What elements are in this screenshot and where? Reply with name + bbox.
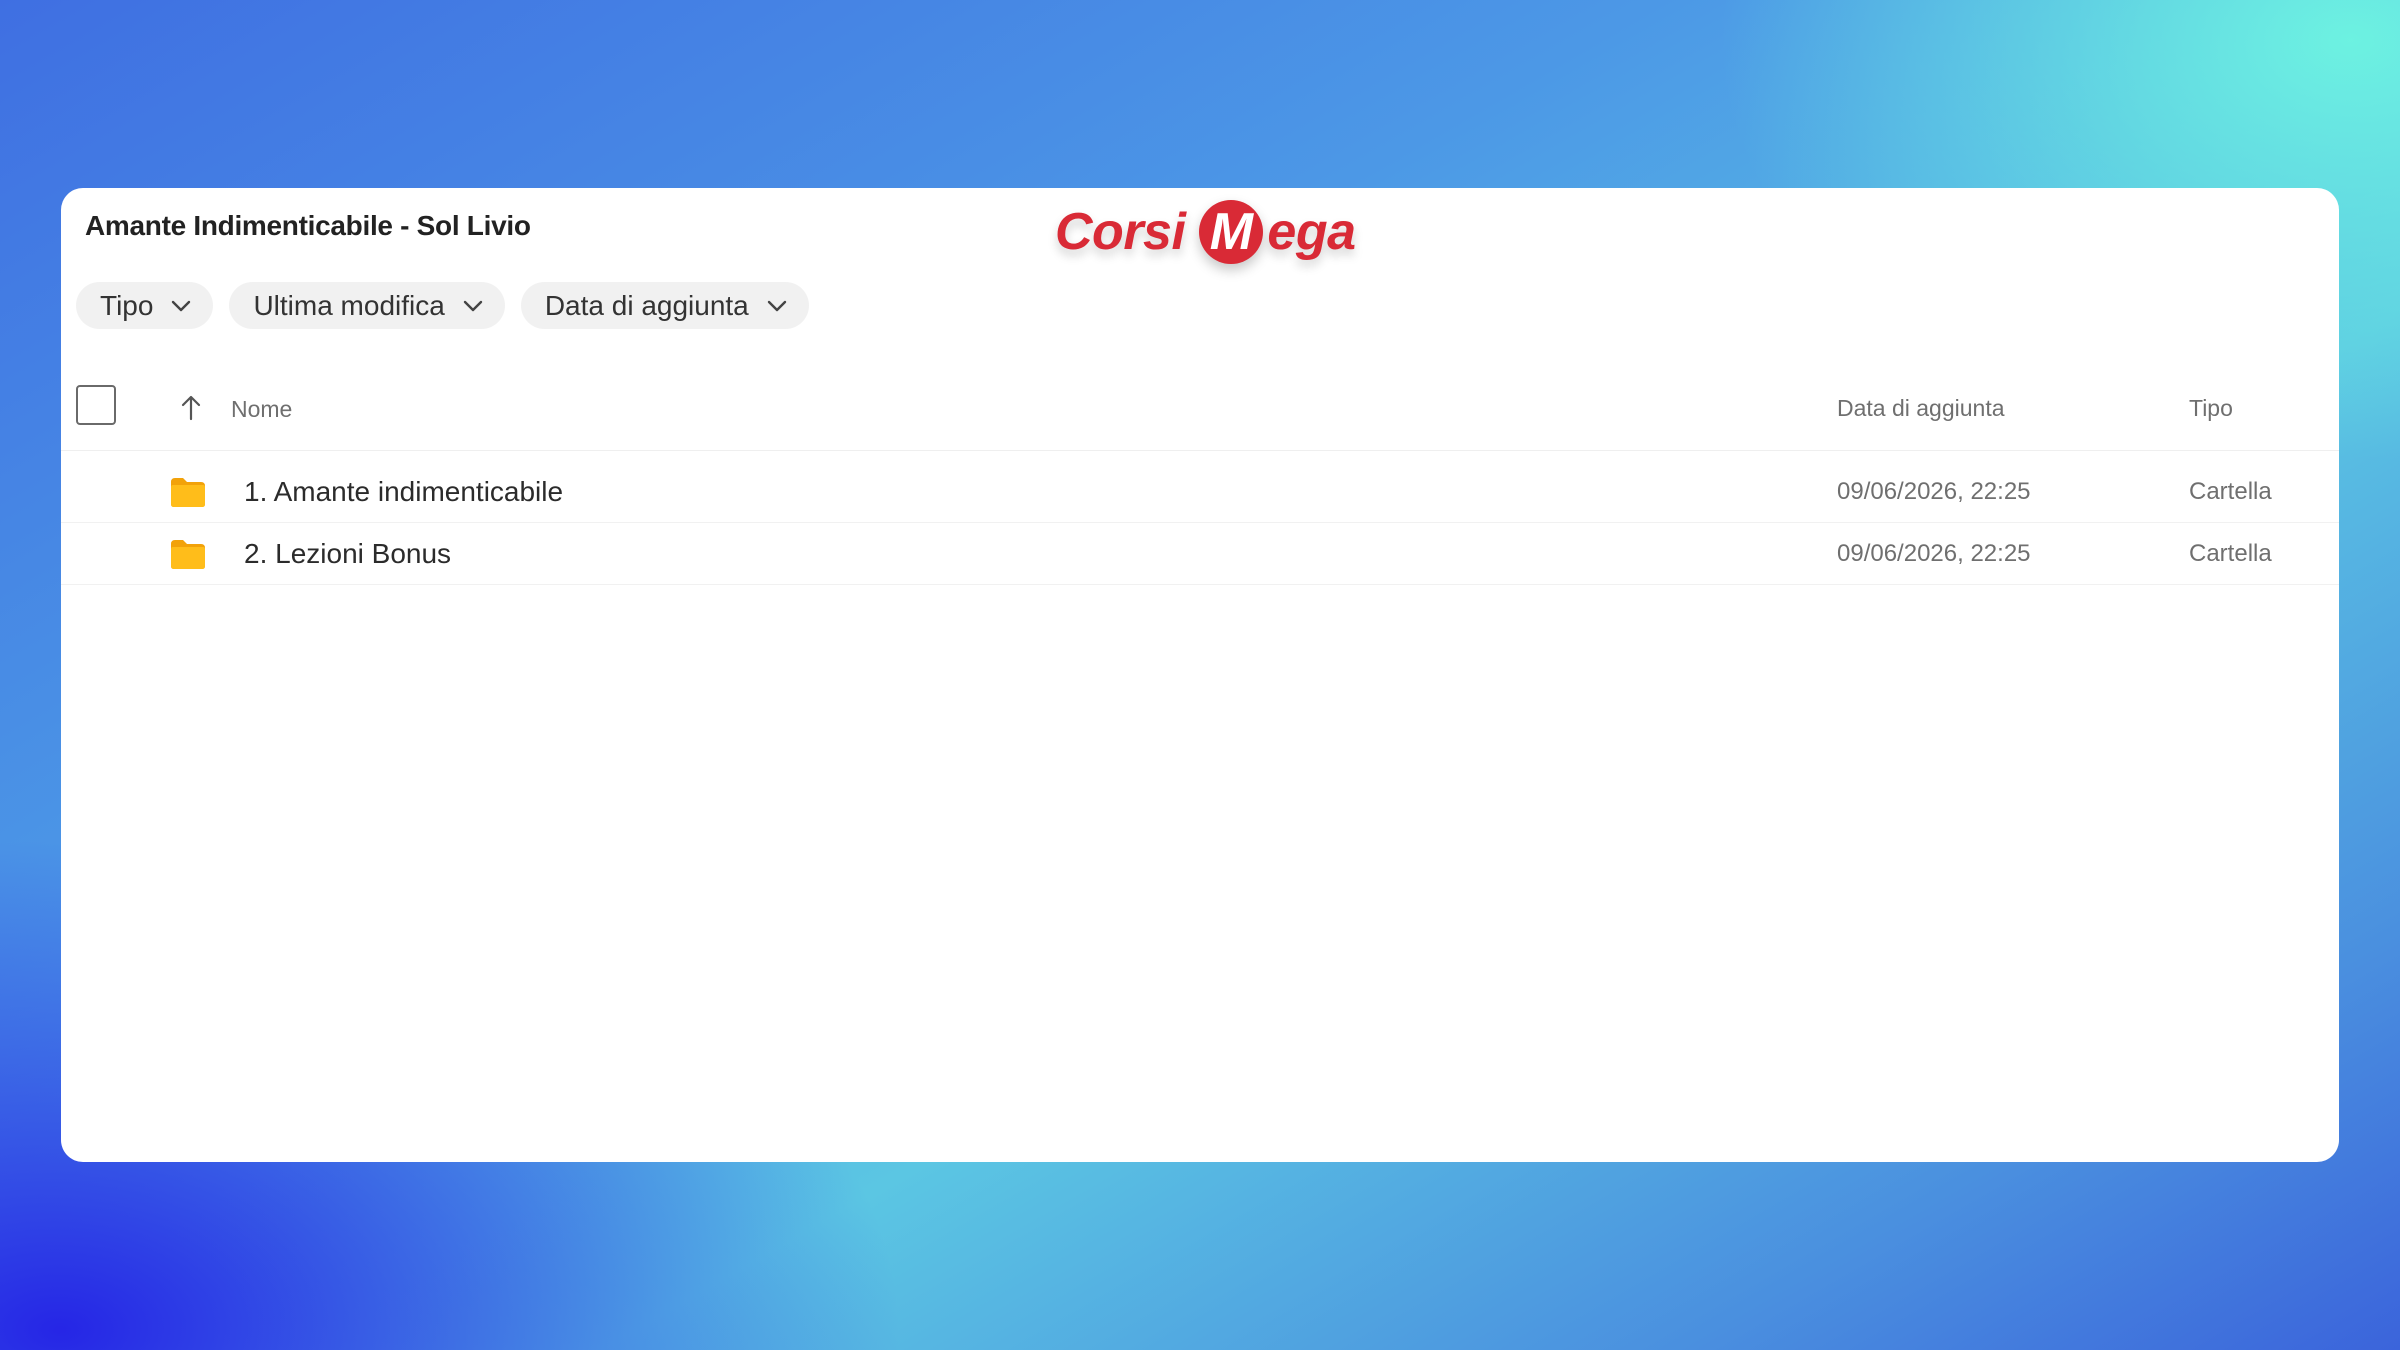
column-header-name[interactable]: Nome bbox=[231, 396, 292, 423]
chevron-down-icon bbox=[463, 300, 483, 312]
file-browser-window: Amante Indimenticabile - Sol Livio Corsi… bbox=[61, 188, 2339, 1162]
folder-icon bbox=[169, 538, 207, 570]
chevron-down-icon bbox=[767, 300, 787, 312]
filter-last-modified-label: Ultima modifica bbox=[253, 289, 445, 321]
filter-date-added-dropdown[interactable]: Data di aggiunta bbox=[520, 282, 809, 329]
chevron-down-icon bbox=[171, 300, 191, 312]
logo-m-badge: M bbox=[1199, 200, 1264, 264]
column-header-date-added[interactable]: Data di aggiunta bbox=[1837, 395, 2005, 422]
select-all-checkbox[interactable] bbox=[76, 385, 116, 425]
row-name[interactable]: 1. Amante indimenticabile bbox=[244, 476, 563, 508]
filter-type-label: Tipo bbox=[100, 289, 154, 321]
corsi-mega-logo: Corsi M ega bbox=[1055, 192, 1356, 272]
table-row[interactable]: 2. Lezioni Bonus 09/06/2026, 22:25 Carte… bbox=[61, 522, 2339, 585]
column-header-type[interactable]: Tipo bbox=[2189, 395, 2233, 422]
logo-text-corsi: Corsi bbox=[1055, 203, 1186, 261]
row-date-added: 09/06/2026, 22:25 bbox=[1837, 540, 2031, 567]
folder-title: Amante Indimenticabile - Sol Livio bbox=[85, 210, 531, 241]
sort-ascending-arrow-icon[interactable] bbox=[179, 395, 203, 421]
row-name[interactable]: 2. Lezioni Bonus bbox=[244, 538, 451, 570]
row-type: Cartella bbox=[2189, 540, 2272, 567]
filter-date-added-label: Data di aggiunta bbox=[544, 289, 749, 321]
filter-last-modified-dropdown[interactable]: Ultima modifica bbox=[229, 282, 505, 329]
row-date-added: 09/06/2026, 22:25 bbox=[1837, 478, 2031, 505]
row-type: Cartella bbox=[2189, 478, 2272, 505]
logo-text-ega: ega bbox=[1267, 203, 1356, 261]
folder-icon bbox=[169, 476, 207, 508]
filter-type-dropdown[interactable]: Tipo bbox=[76, 282, 214, 329]
table-row[interactable]: 1. Amante indimenticabile 09/06/2026, 22… bbox=[61, 460, 2339, 523]
page-background: { "window": { "title": "Amante Indimenti… bbox=[0, 0, 2400, 1350]
filter-bar: Tipo Ultima modifica Data di aggiunta bbox=[76, 282, 809, 329]
